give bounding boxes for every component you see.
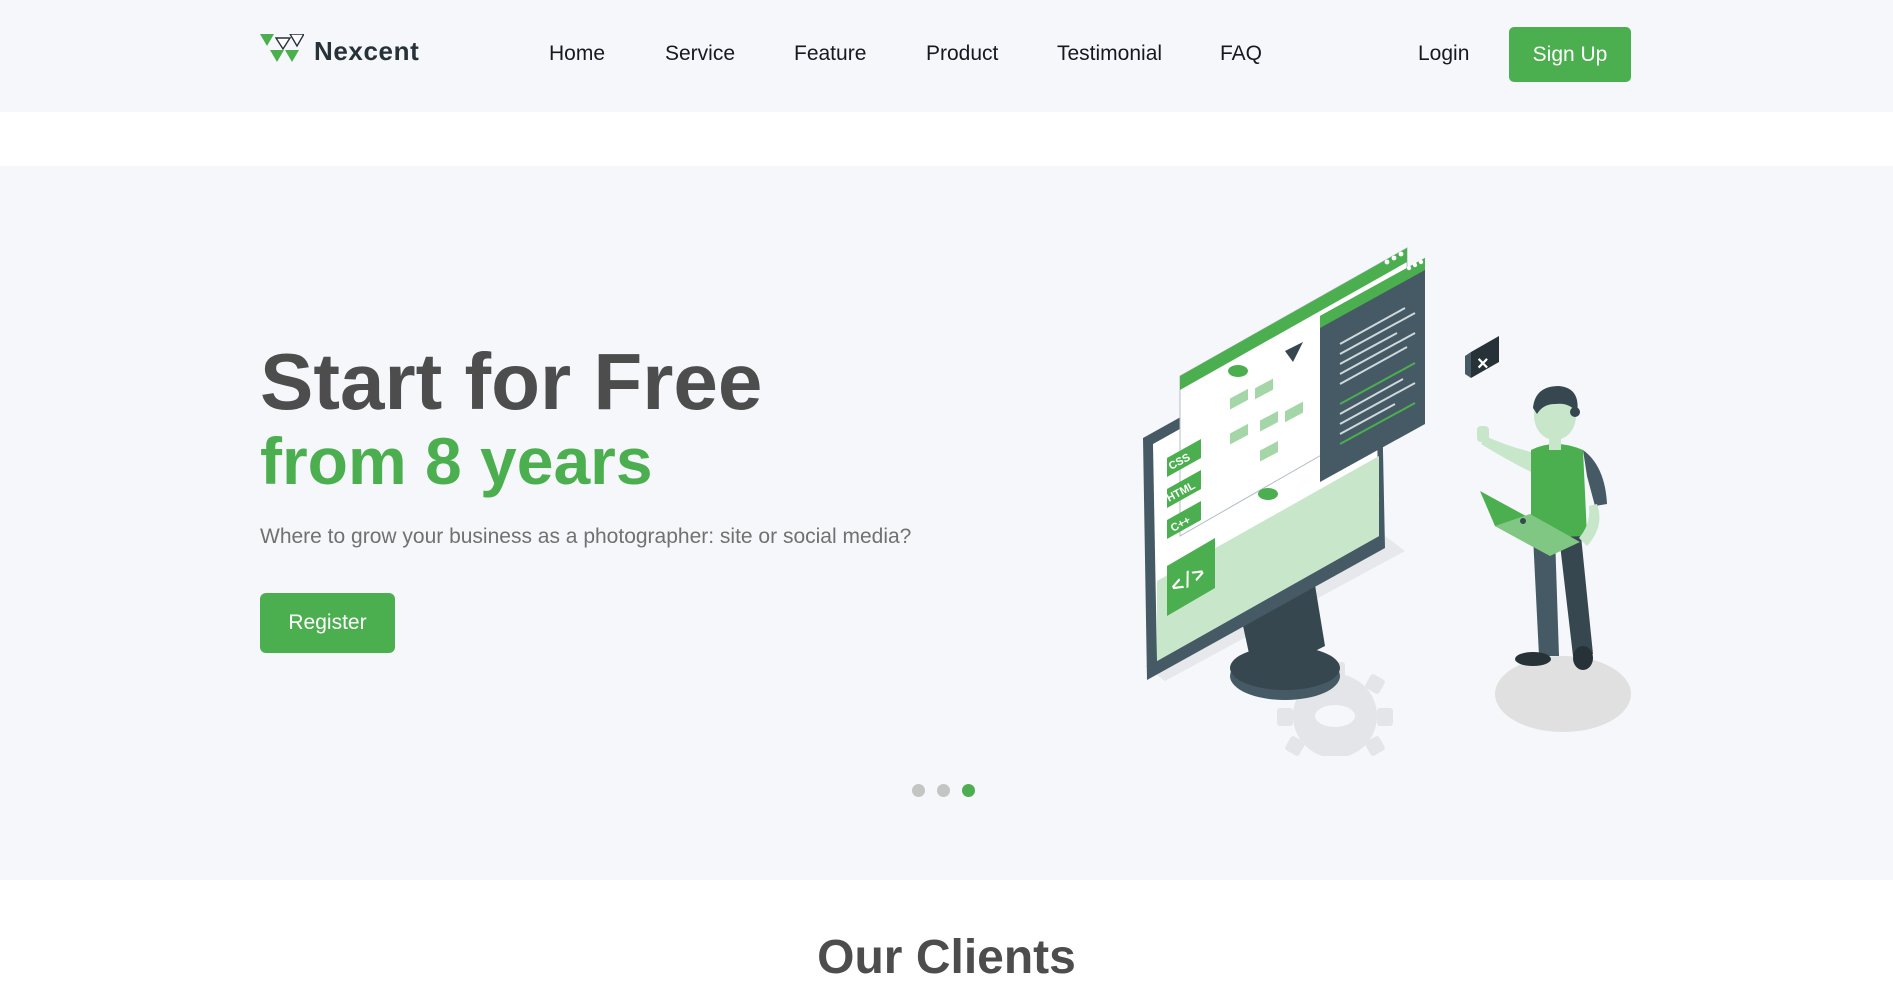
signup-button[interactable]: Sign Up [1509,27,1631,82]
nav-faq[interactable]: FAQ [1220,42,1262,66]
carousel-indicators [912,784,975,797]
nav-feature[interactable]: Feature [794,42,866,66]
svg-text:×: × [1477,353,1489,375]
register-button[interactable]: Register [260,593,395,653]
hero-description: Where to grow your business as a photogr… [260,525,912,548]
triangles-logo-icon [260,34,304,66]
site-header: Nexcent Home Service Feature Product Tes… [0,0,1893,112]
nav-service[interactable]: Service [665,42,735,66]
nav-product[interactable]: Product [926,42,998,66]
clients-section-title: Our Clients [817,931,1076,984]
close-icon: × [1465,336,1499,378]
hero-subtitle: from 8 years [260,424,653,498]
login-link[interactable]: Login [1418,42,1469,66]
nav-home[interactable]: Home [549,42,605,66]
carousel-dot[interactable] [937,784,950,797]
carousel-dot-active[interactable] [962,784,975,797]
developer-at-computer-illustration: CSS HTML C++ </> × [1135,236,1655,758]
hero-title: Start for Free [260,337,763,426]
nav-testimonial[interactable]: Testimonial [1057,42,1162,66]
carousel-dot[interactable] [912,784,925,797]
brand-logo[interactable]: Nexcent [260,34,419,66]
hero-section: Start for Free from 8 years Where to gro… [0,166,1893,880]
brand-name: Nexcent [314,35,420,66]
